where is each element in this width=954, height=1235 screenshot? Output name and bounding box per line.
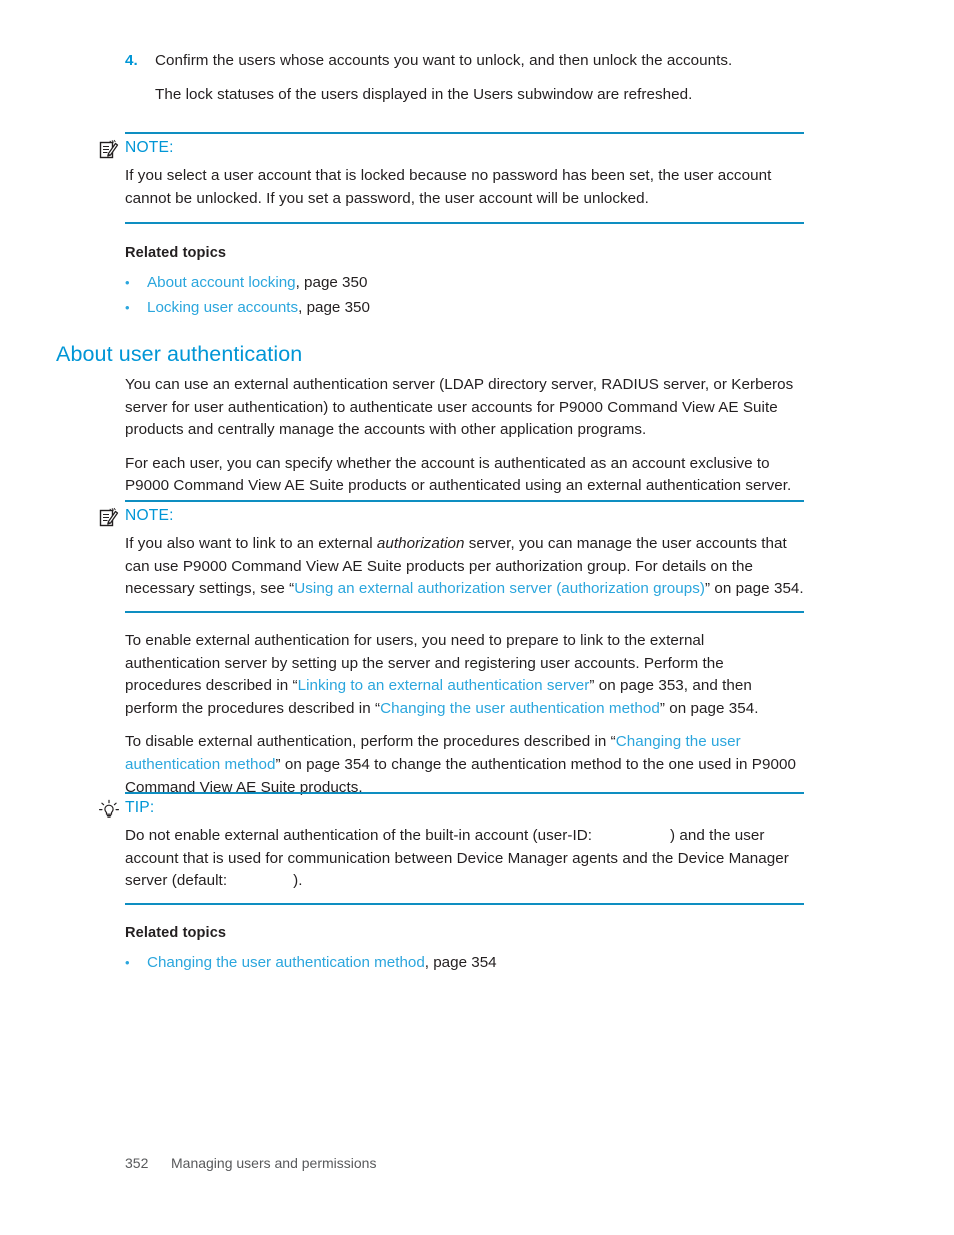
step-instruction-text: Confirm the users whose accounts you wan… (155, 52, 733, 69)
tip-part-1: Do not enable external authentication of… (125, 827, 593, 844)
note-1-rule-bottom (125, 222, 804, 224)
list-item[interactable]: • About account locking, page 350 (125, 272, 725, 295)
note-2-label: NOTE: (125, 507, 174, 524)
note-2-text: If you also want to link to an external … (125, 533, 804, 601)
step-number: 4. (125, 52, 138, 69)
note-2-rule-bottom (125, 611, 804, 613)
tip-callout: TIP: Do not enable external authenticati… (98, 792, 804, 905)
list-item[interactable]: • Locking user accounts, page 350 (125, 297, 725, 320)
tip-rule-top (125, 792, 804, 794)
bullet-icon: • (125, 275, 130, 290)
tip-label: TIP: (125, 799, 155, 816)
note-2-emphasis: authorization (376, 535, 465, 552)
document-page: 4. Confirm the users whose accounts you … (0, 0, 954, 1235)
related-link-page: , page 350 (295, 274, 368, 291)
disable-paragraph: To disable external authentication, perf… (125, 731, 803, 799)
note-1-label: NOTE: (125, 139, 174, 156)
note-callout-2: NOTE: If you also want to link to an ext… (98, 500, 804, 613)
paragraph-1: You can use an external authentication s… (125, 376, 794, 439)
related-link-text[interactable]: Locking user accounts (147, 299, 298, 316)
related-link[interactable]: About account locking, page 350 (147, 272, 367, 295)
related-link-text[interactable]: About account locking (147, 274, 296, 291)
note-document-pencil-icon (98, 139, 120, 161)
related-topics-1-title: Related topics (125, 245, 227, 261)
footer-chapter-title: Managing users and permissions (171, 1155, 377, 1171)
paragraph-2: For each user, you can specify whether t… (125, 454, 792, 495)
note-1-rule-top (125, 132, 804, 134)
tip-text: Do not enable external authentication of… (125, 825, 804, 893)
related-link[interactable]: Locking user accounts, page 350 (147, 297, 370, 320)
footer-page-number: 352 (125, 1155, 149, 1171)
note-callout-1: NOTE: If you select a user account that … (98, 132, 804, 224)
bullet-icon: • (125, 299, 130, 315)
note-2-header: NOTE: (98, 506, 174, 528)
related-topics-1: Related topics • About account locking, … (125, 243, 725, 321)
note-document-pencil-icon (98, 507, 120, 529)
enable-link-1[interactable]: Linking to an external authentication se… (298, 677, 590, 694)
lightbulb-icon (98, 799, 120, 821)
section-intro-paragraphs: You can use an external authentication s… (125, 374, 803, 498)
enable-part-3: ” on page 354. (659, 699, 759, 717)
disable-part-1: To disable external authentication, perf… (125, 733, 616, 751)
tip-part-3: ). (293, 872, 303, 890)
note-1-header: NOTE: (98, 138, 174, 160)
note-2-text-part-3: ” on page 354. (705, 580, 804, 598)
page-footer: 352 Managing users and permissions (125, 1153, 376, 1173)
related-topics-2-list: • Changing the user authentication metho… (125, 952, 725, 975)
enable-paragraph: To enable external authentication for us… (125, 630, 803, 720)
step-instruction-row: 4. Confirm the users whose accounts you … (125, 50, 805, 73)
external-auth-paragraphs: To enable external authentication for us… (125, 630, 803, 799)
tip-rule-bottom (125, 903, 804, 905)
related-link-text[interactable]: Changing the user authentication method (147, 954, 425, 971)
related-link-page: , page 354 (424, 954, 497, 971)
note-1-text: If you select a user account that is loc… (125, 167, 772, 207)
numbered-step-4: 4. Confirm the users whose accounts you … (125, 50, 805, 106)
step-result-text: The lock statuses of the users displayed… (155, 85, 693, 103)
bullet-icon: • (125, 955, 130, 970)
tip-header: TIP: (98, 798, 154, 820)
list-item[interactable]: • Changing the user authentication metho… (125, 952, 725, 975)
note-2-rule-top (125, 500, 804, 502)
related-topics-2: Related topics • Changing the user authe… (125, 923, 725, 977)
enable-link-2[interactable]: Changing the user authentication method (380, 700, 660, 717)
note-2-link[interactable]: Using an external authorization server (… (294, 580, 705, 597)
related-link-page: , page 350 (298, 298, 370, 316)
note-2-text-part-1: If you also want to link to an external (125, 535, 377, 552)
related-topics-2-title: Related topics (125, 925, 227, 941)
related-topics-1-list: • About account locking, page 350 • Lock… (125, 272, 725, 319)
page-title: About user authentication (56, 342, 303, 366)
related-link[interactable]: Changing the user authentication method,… (147, 952, 497, 975)
